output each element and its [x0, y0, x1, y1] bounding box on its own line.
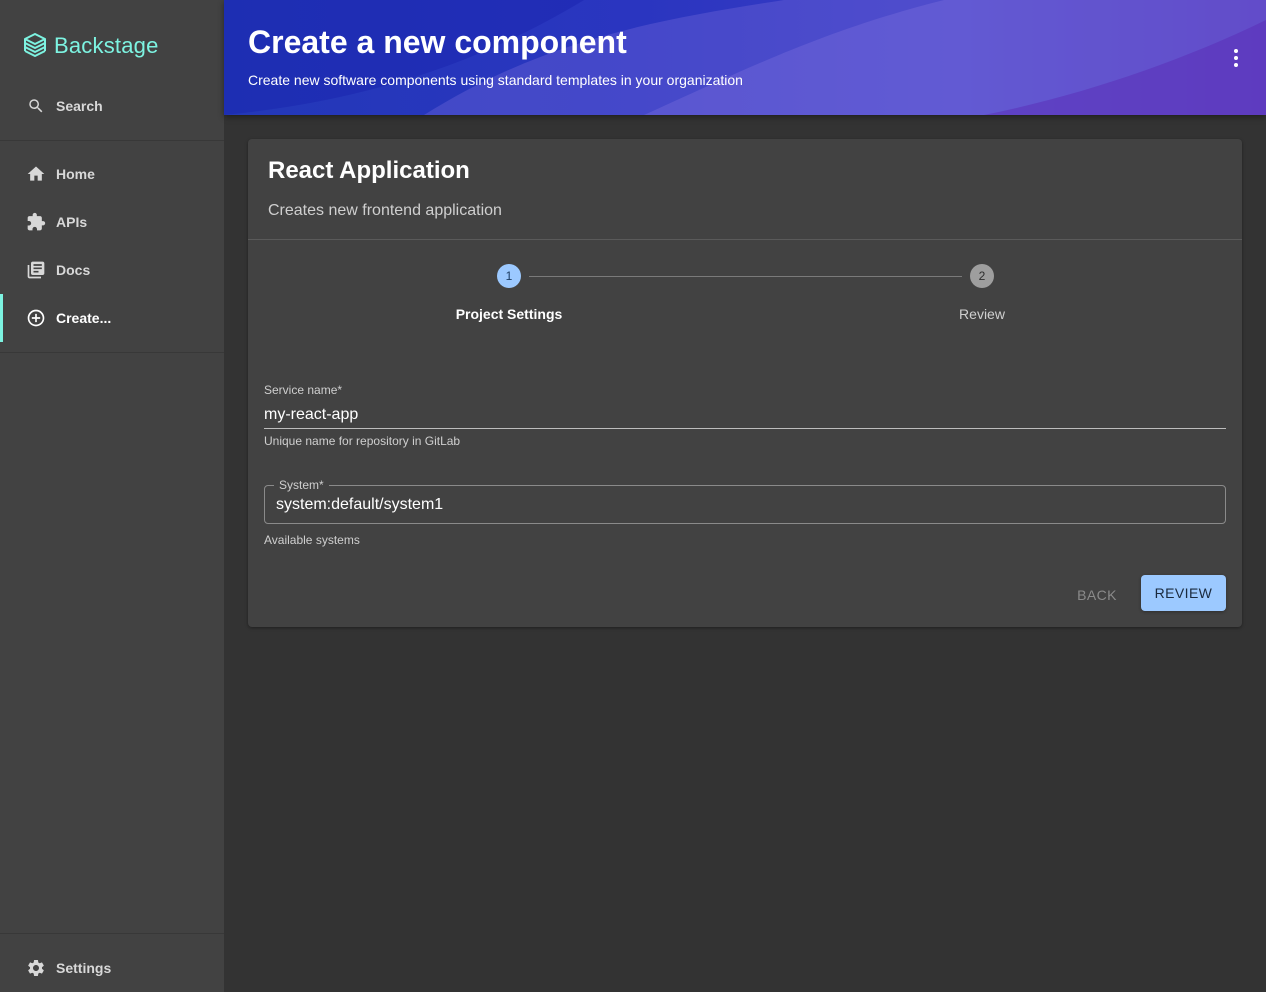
- system-label: System*: [274, 478, 329, 492]
- backstage-logo[interactable]: Backstage: [22, 30, 159, 62]
- system-select[interactable]: System* system:default/system1: [264, 478, 1226, 524]
- backstage-logo-text: Backstage: [54, 33, 159, 58]
- sidebar-item-docs[interactable]: Docs: [0, 246, 224, 294]
- back-button[interactable]: BACK: [1066, 577, 1128, 613]
- service-name-helper: Unique name for repository in GitLab: [264, 434, 461, 448]
- page-header: Create a new component Create new softwa…: [224, 0, 1266, 115]
- step-connector: [529, 276, 962, 277]
- gear-icon: [26, 958, 46, 978]
- service-name-input[interactable]: [264, 401, 1226, 429]
- step-2-label: Review: [959, 306, 1005, 322]
- template-title: React Application: [268, 157, 470, 184]
- add-circle-outline-icon: [26, 308, 46, 328]
- review-button[interactable]: REVIEW: [1141, 575, 1226, 611]
- template-description: Creates new frontend application: [268, 202, 502, 219]
- search-icon: [26, 96, 46, 116]
- library-books-icon: [26, 260, 46, 280]
- page-subtitle: Create new software components using sta…: [248, 72, 743, 88]
- template-card: React Application Creates new frontend a…: [248, 139, 1242, 627]
- home-icon: [26, 164, 46, 184]
- backstage-logo-icon: [22, 32, 48, 60]
- step-1-circle: 1: [497, 264, 521, 288]
- card-divider: [248, 239, 1242, 240]
- step-2-circle: 2: [970, 264, 994, 288]
- page-title: Create a new component: [248, 24, 627, 60]
- sidebar-divider: [0, 140, 224, 141]
- sidebar-item-search[interactable]: Search: [0, 82, 224, 130]
- sidebar-item-label: Home: [56, 166, 95, 182]
- sidebar-item-create[interactable]: Create...: [0, 294, 224, 342]
- sidebar-item-label: Search: [56, 98, 103, 114]
- sidebar: Backstage Search Home APIs Docs Create..…: [0, 0, 224, 992]
- sidebar-item-apis[interactable]: APIs: [0, 198, 224, 246]
- service-name-label: Service name*: [264, 383, 343, 397]
- sidebar-item-label: APIs: [56, 214, 88, 230]
- system-helper: Available systems: [264, 533, 360, 547]
- sidebar-item-label: Create...: [56, 310, 112, 326]
- sidebar-item-home[interactable]: Home: [0, 150, 224, 198]
- sidebar-item-settings[interactable]: Settings: [0, 944, 224, 992]
- sidebar-item-label: Settings: [56, 960, 112, 976]
- app-root: Backstage Search Home APIs Docs Create..…: [0, 0, 1266, 992]
- system-value: system:default/system1: [276, 496, 444, 513]
- puzzle-icon: [26, 212, 46, 232]
- step-1-label: Project Settings: [455, 306, 563, 322]
- sidebar-item-label: Docs: [56, 262, 91, 278]
- sidebar-divider: [0, 933, 224, 934]
- more-vert-icon[interactable]: [1228, 46, 1244, 70]
- sidebar-divider: [0, 352, 224, 353]
